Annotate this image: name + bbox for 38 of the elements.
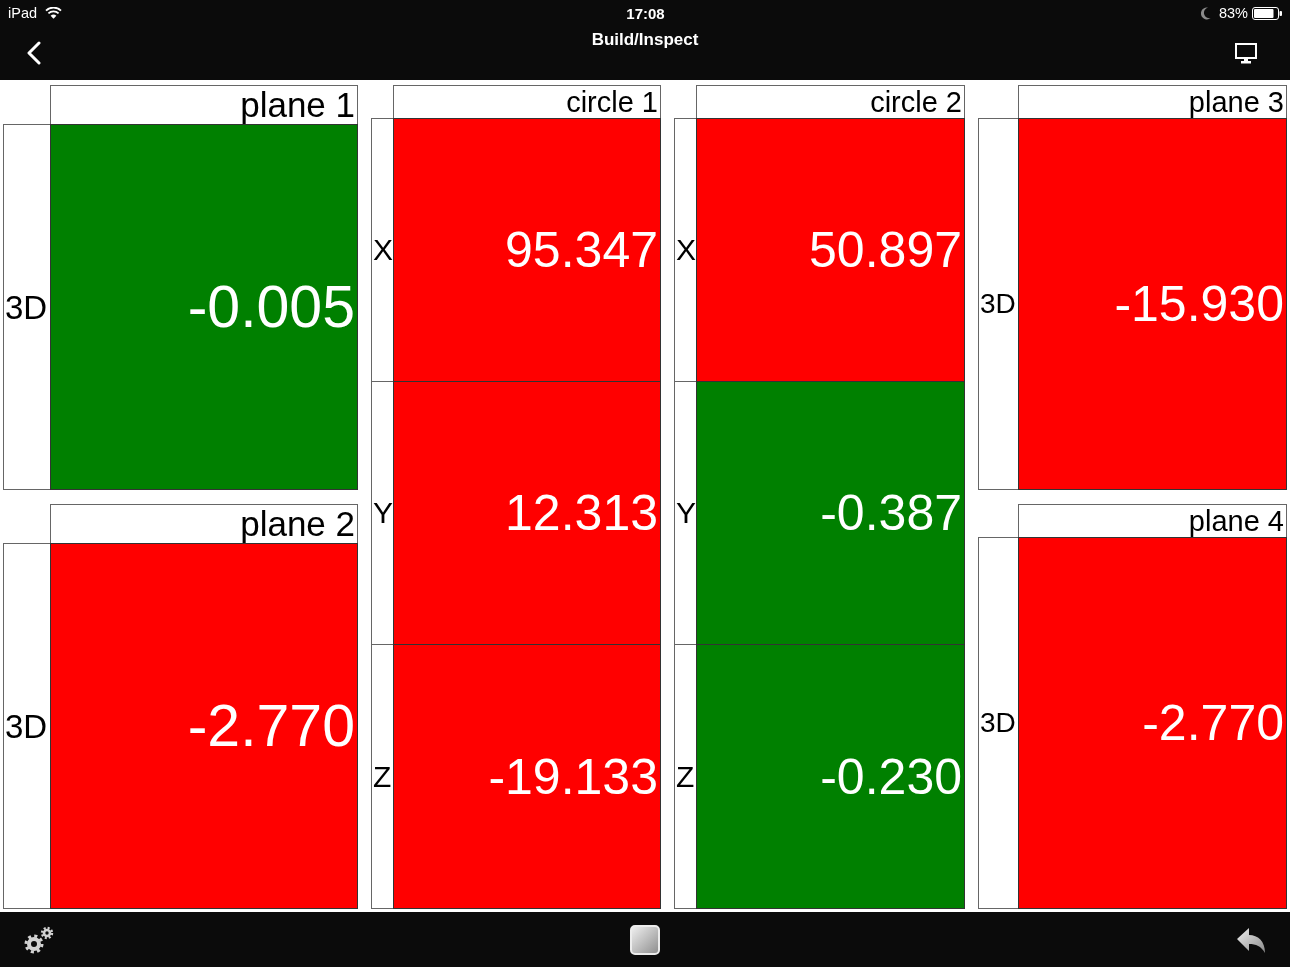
device-name: iPad: [8, 5, 38, 21]
feature-name: plane 2: [240, 505, 355, 543]
reply-arrow-icon[interactable]: [1236, 925, 1266, 954]
measurement-value: -2.770: [1142, 698, 1284, 748]
measurement-value: -15.930: [1114, 279, 1284, 329]
measurement-value: -0.005: [187, 277, 355, 337]
status-time: 17:08: [626, 5, 665, 21]
feature-name: circle 2: [870, 86, 962, 118]
axis-label: X: [373, 234, 393, 265]
measurement-value: 12.313: [505, 488, 658, 538]
axis-label: 3D: [5, 709, 48, 743]
axis-label: X: [676, 234, 696, 265]
chevron-left-icon[interactable]: [27, 41, 41, 65]
feature-name: plane 3: [1188, 86, 1284, 118]
gear-icon[interactable]: [24, 925, 54, 954]
measurement-value: -0.230: [820, 751, 962, 802]
monitor-icon[interactable]: [1235, 42, 1257, 64]
measurement-value: -2.770: [187, 696, 355, 756]
axis-label: Z: [373, 761, 392, 792]
moon-icon: [1200, 6, 1211, 20]
axis-label: 3D: [5, 290, 48, 324]
measurement-value: 50.897: [809, 224, 962, 275]
feature-name: circle 1: [566, 86, 658, 118]
stop-icon[interactable]: [630, 924, 660, 955]
screen-title: Build/Inspect: [591, 30, 699, 51]
axis-label: Y: [676, 498, 696, 528]
measurement-value: -19.133: [488, 751, 658, 802]
axis-label: Z: [676, 761, 695, 792]
wifi-icon: [45, 7, 63, 19]
battery-percent: 83%: [1218, 5, 1248, 21]
feature-name: plane 1: [240, 86, 355, 124]
measurement-value: -0.387: [820, 488, 962, 538]
axis-label: Y: [373, 498, 393, 528]
measurement-value: 95.347: [505, 224, 658, 275]
axis-label: 3D: [980, 290, 1016, 318]
battery-icon: [1252, 6, 1283, 20]
feature-name: plane 4: [1188, 505, 1284, 537]
axis-label: 3D: [980, 709, 1016, 737]
